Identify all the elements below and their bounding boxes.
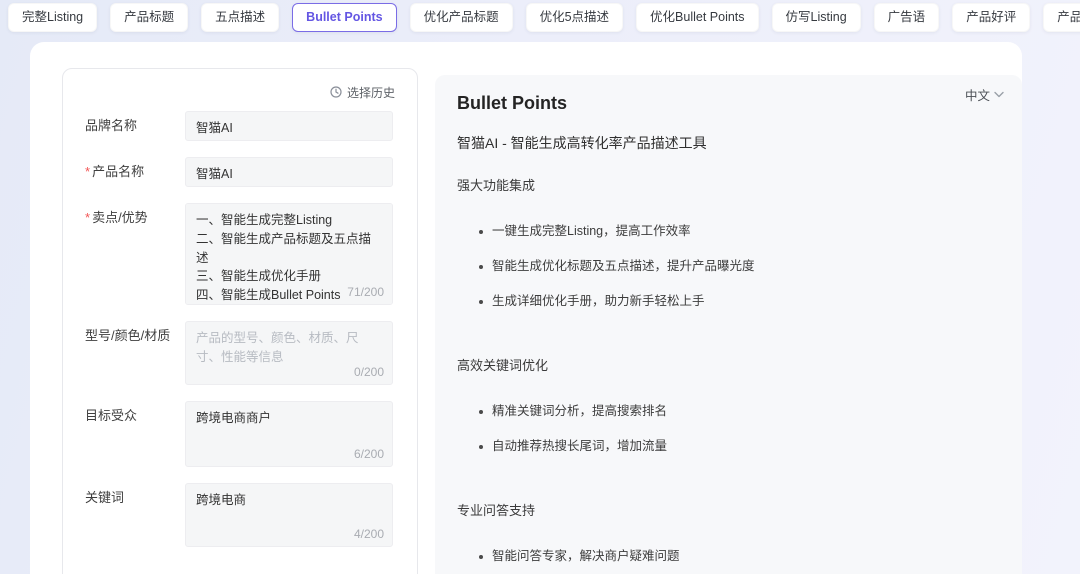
- required-asterisk: *: [85, 164, 91, 179]
- output-section: 专业问答支持智能问答专家，解决商户疑难问题24/7 在线支持，确保问题即时解决: [457, 500, 998, 574]
- field-label: 目标受众: [85, 408, 138, 423]
- field-textarea[interactable]: [185, 401, 393, 467]
- section-heading: 高效关键词优化: [457, 358, 549, 373]
- field-label: 品牌名称: [85, 118, 138, 133]
- bullet-dot: [479, 444, 483, 449]
- input-form-panel: 选择历史 品牌名称 *产品名称 *卖点/优势71/200 型号/颜色/材质0/200 目…: [62, 68, 418, 574]
- bullet-item: 精准关键词分析，提高搜索排名: [479, 402, 998, 421]
- bullet-dot: [479, 554, 483, 559]
- tab-bar: 完整Listing 产品标题 五点描述 Bullet Points 优化产品标题 优化5点…: [8, 3, 1080, 32]
- field-input[interactable]: [185, 157, 393, 187]
- field-label: 型号/颜色/材质: [85, 328, 171, 343]
- tab-item-3[interactable]: Bullet Points: [292, 3, 397, 32]
- field-textarea[interactable]: [185, 203, 393, 305]
- form-field-row: 型号/颜色/材质0/200: [85, 321, 395, 385]
- language-label: 中文: [964, 89, 990, 103]
- bullet-dot: [479, 299, 483, 304]
- tab-item-6[interactable]: 优化Bullet Points: [636, 3, 759, 32]
- field-label: * 卖点/优势: [85, 210, 148, 225]
- bullet-dot: [479, 409, 483, 414]
- form-field-row: 目标受众6/200: [85, 401, 395, 467]
- form-field-row: * 产品名称: [85, 157, 395, 187]
- output-sections: 强大功能集成一键生成完整Listing，提高工作效率 智能生成优化标题及五点描述，…: [457, 175, 998, 574]
- tab-item-4[interactable]: 优化产品标题: [409, 3, 513, 32]
- bullet-item: 智能生成优化标题及五点描述，提升产品曝光度: [479, 257, 998, 276]
- form-field-row: *卖点/优势71/200: [85, 203, 395, 305]
- tab-item-2[interactable]: 五点描述: [201, 3, 280, 32]
- main-card: 选择历史 品牌名称 *产品名称 *卖点/优势71/200 型号/颜色/材质0/200 目…: [30, 42, 1022, 574]
- output-section: 强大功能集成一键生成完整Listing，提高工作效率 智能生成优化标题及五点描述，…: [457, 175, 998, 311]
- clock-icon: [330, 86, 342, 98]
- field-label: * 产品名称: [85, 164, 145, 179]
- field-textarea[interactable]: [185, 483, 393, 547]
- history-selector[interactable]: 选择历史: [85, 83, 395, 101]
- field-textarea[interactable]: [185, 321, 393, 385]
- form-fields: 品牌名称 *产品名称 *卖点/优势71/200 型号/颜色/材质0/200 目标受众6/…: [85, 111, 395, 547]
- bullet-dot: [479, 264, 483, 269]
- bullet-item: 生成详细优化手册，助力新手轻松上手: [479, 292, 998, 311]
- tab-item-5[interactable]: 优化5点描述: [525, 3, 624, 32]
- bullet-item: 一键生成完整Listing，提高工作效率: [479, 222, 998, 241]
- tab-item-10[interactable]: 产品Q&A: [1043, 3, 1080, 32]
- output-subtitle: 智猫AI - 智能生成高转化率产品描述工具: [457, 135, 707, 151]
- field-input[interactable]: [185, 111, 393, 141]
- form-field-row: 品牌名称: [85, 111, 395, 141]
- tab-item-8[interactable]: 广告语: [873, 3, 940, 32]
- required-asterisk: *: [85, 210, 91, 225]
- field-label: 关键词: [85, 490, 125, 505]
- output-section: 高效关键词优化精准关键词分析，提高搜索排名 自动推荐热搜长尾词，增加流量: [457, 355, 998, 456]
- bullet-item: 自动推荐热搜长尾词，增加流量: [479, 437, 998, 456]
- tab-item-0[interactable]: 完整Listing: [8, 3, 98, 32]
- history-label: 选择历史: [346, 85, 395, 100]
- tab-item-1[interactable]: 产品标题: [110, 3, 189, 32]
- language-selector[interactable]: 中文: [965, 85, 1004, 104]
- output-title: Bullet Points: [457, 93, 568, 113]
- output-panel: 中文 Bullet Points 智猫AI - 智能生成高转化率产品描述工具 强…: [435, 75, 1022, 574]
- section-heading: 专业问答支持: [457, 503, 536, 518]
- bullet-dot: [479, 229, 483, 234]
- tab-item-9[interactable]: 产品好评: [952, 3, 1031, 32]
- tab-item-7[interactable]: 仿写Listing: [771, 3, 861, 32]
- section-heading: 强大功能集成: [457, 178, 536, 193]
- bullet-item: 智能问答专家，解决商户疑难问题: [479, 547, 998, 566]
- chevron-down-icon: [994, 91, 1004, 98]
- form-field-row: 关键词4/200: [85, 483, 395, 547]
